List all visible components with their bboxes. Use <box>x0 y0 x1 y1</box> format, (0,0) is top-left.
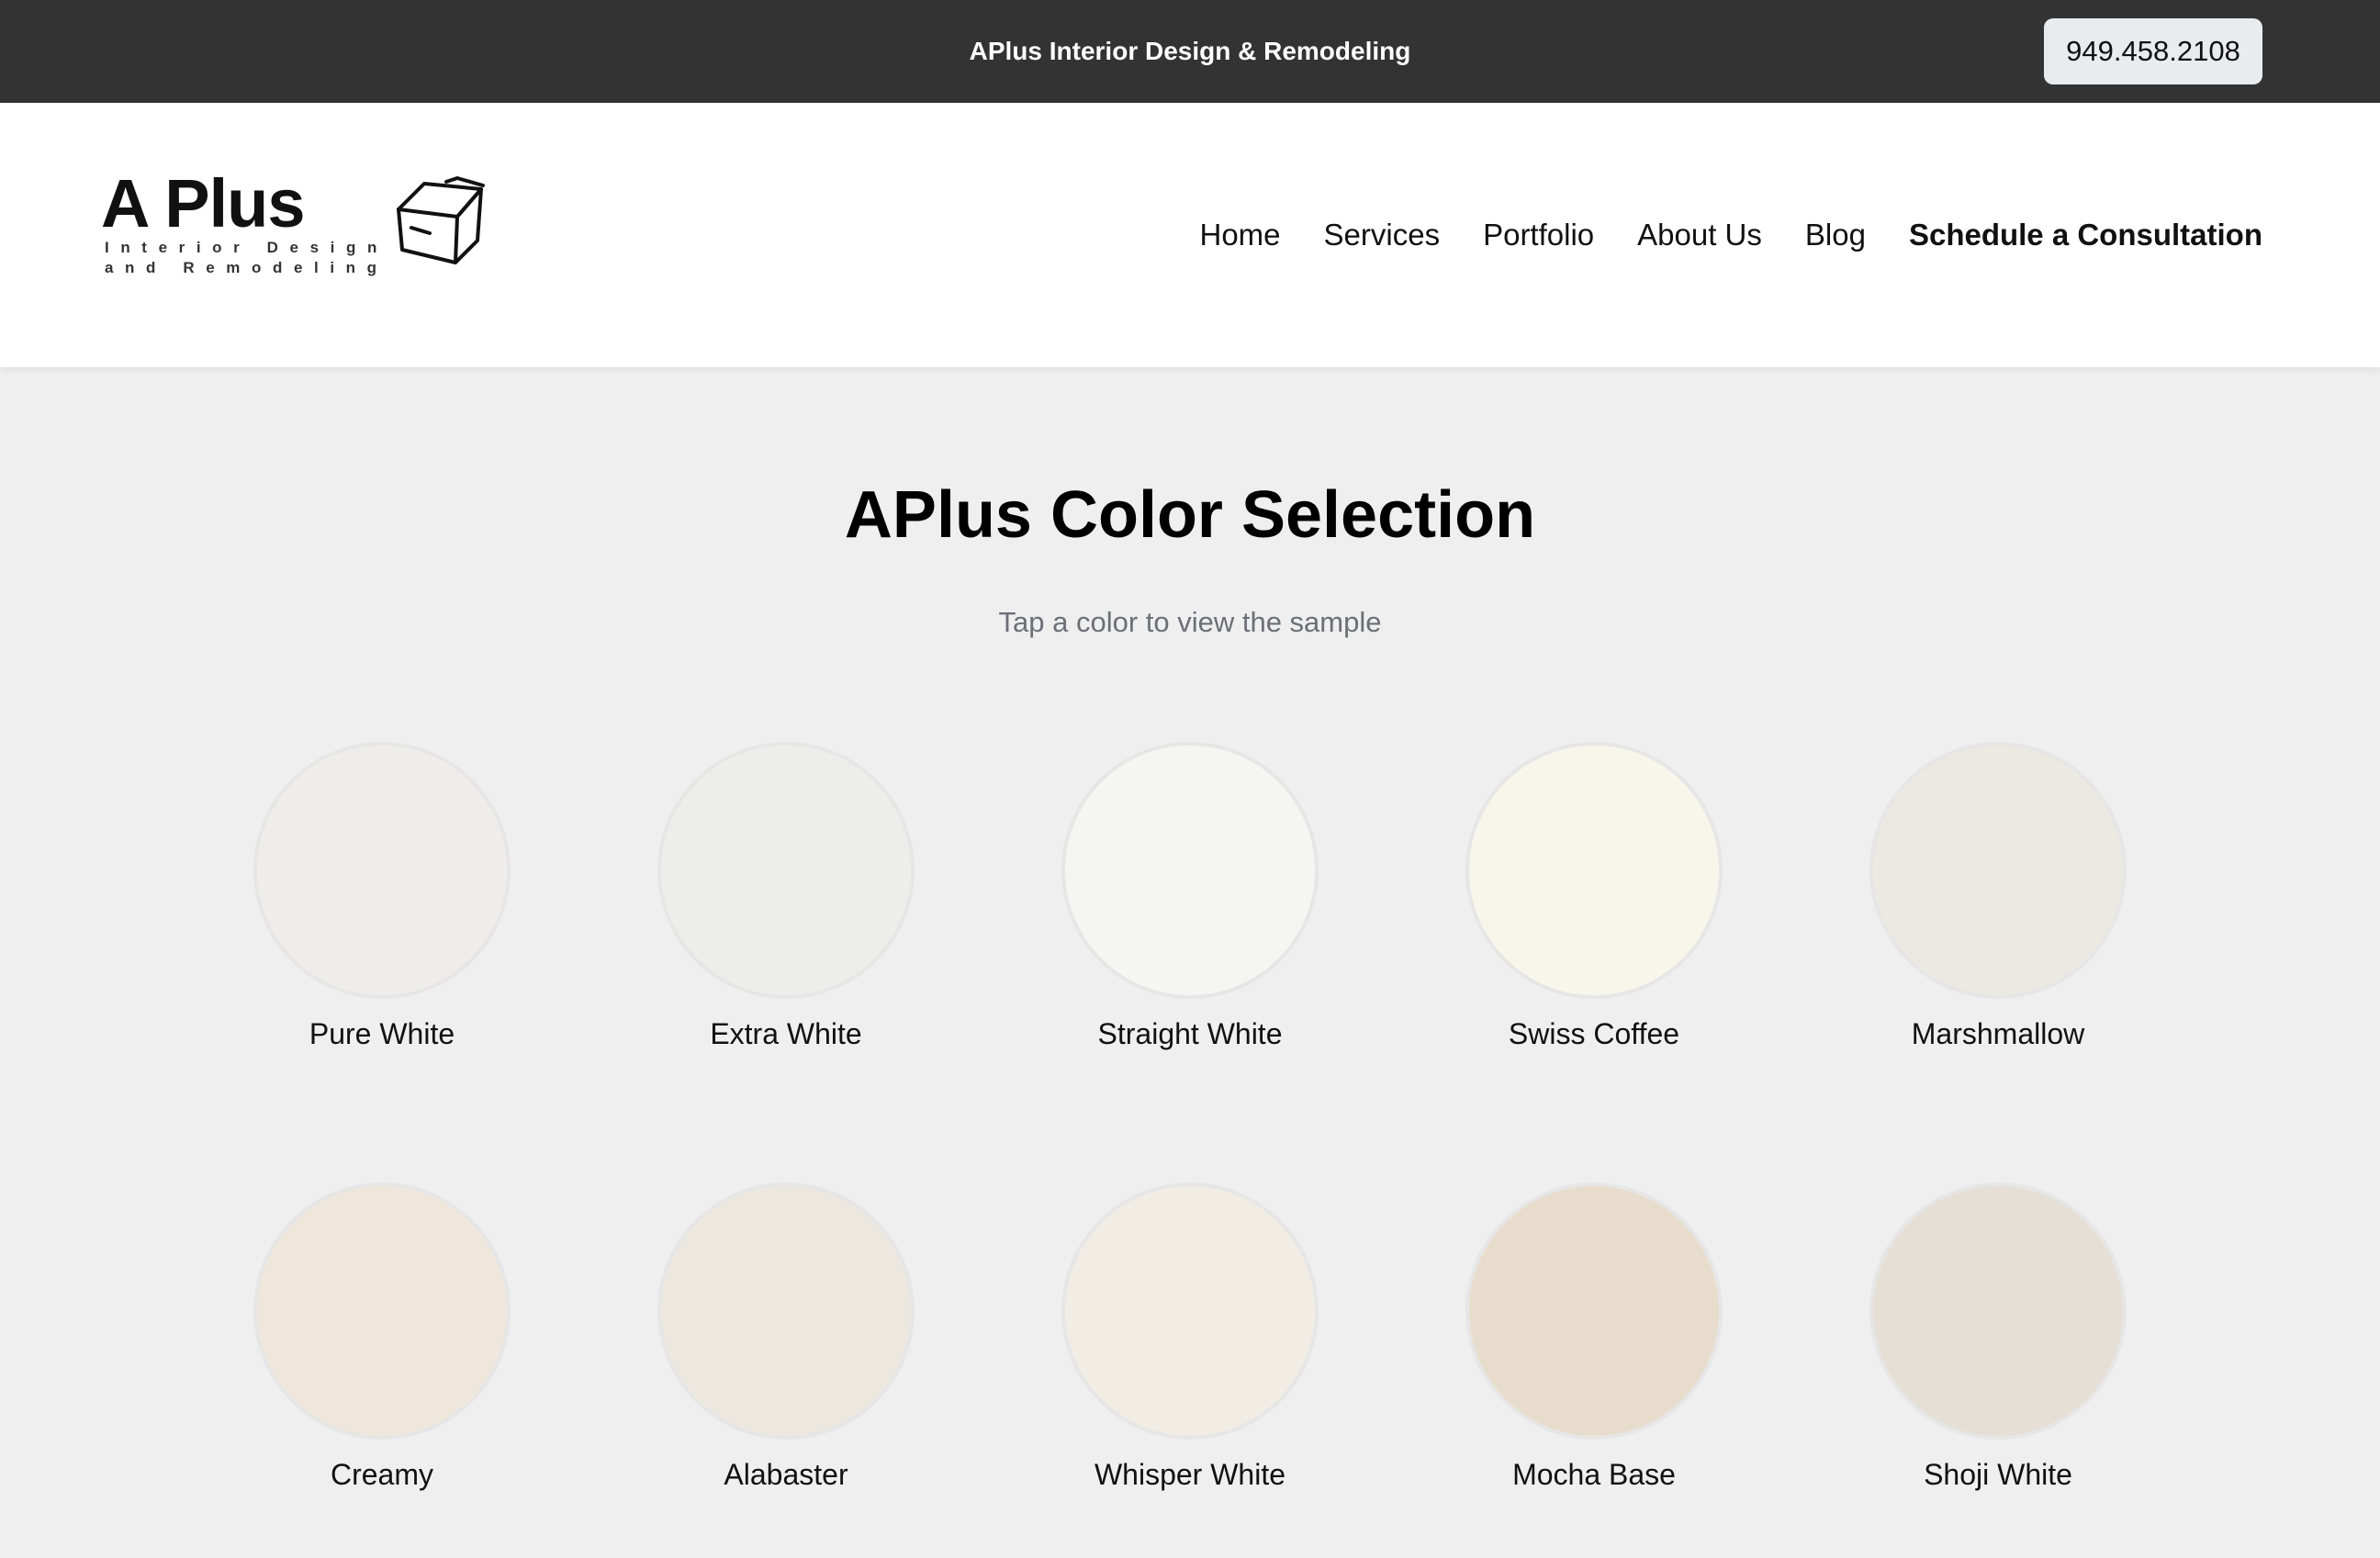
color-swatch-shoji-white[interactable]: Shoji White <box>1796 1183 2200 1492</box>
swatch-label: Extra White <box>710 1017 862 1050</box>
swatch-circle <box>1061 1183 1319 1440</box>
color-swatch-extra-white[interactable]: Extra White <box>584 742 988 1051</box>
swatch-circle <box>657 1183 915 1440</box>
swatch-label: Alabaster <box>724 1458 848 1491</box>
swatch-label: Creamy <box>330 1458 433 1491</box>
swatch-label: Marshmallow <box>1911 1017 2085 1050</box>
color-swatch-creamy[interactable]: Creamy <box>180 1183 584 1492</box>
swatch-label: Whisper White <box>1094 1458 1286 1491</box>
swatch-circle <box>1061 742 1319 999</box>
color-swatch-grid: Pure White Extra White Straight White Sw… <box>0 0 2380 1558</box>
swatch-circle <box>1869 742 2127 999</box>
swatch-circle <box>657 742 915 999</box>
swatch-circle <box>1869 1183 2127 1440</box>
swatch-label: Shoji White <box>1924 1458 2072 1491</box>
color-swatch-mocha-base[interactable]: Mocha Base <box>1392 1183 1796 1492</box>
swatch-label: Swiss Coffee <box>1508 1017 1680 1050</box>
swatch-circle <box>1465 1183 1723 1440</box>
swatch-circle <box>253 1183 511 1440</box>
swatch-label: Straight White <box>1097 1017 1283 1050</box>
color-swatch-alabaster[interactable]: Alabaster <box>584 1183 988 1492</box>
color-swatch-straight-white[interactable]: Straight White <box>988 742 1392 1051</box>
swatch-circle <box>1465 742 1723 999</box>
color-swatch-pure-white[interactable]: Pure White <box>180 742 584 1051</box>
color-swatch-whisper-white[interactable]: Whisper White <box>988 1183 1392 1492</box>
swatch-label: Pure White <box>309 1017 455 1050</box>
swatch-circle <box>253 742 511 999</box>
swatch-label: Mocha Base <box>1512 1458 1676 1491</box>
color-swatch-marshmallow[interactable]: Marshmallow <box>1796 742 2200 1051</box>
color-swatch-swiss-coffee[interactable]: Swiss Coffee <box>1392 742 1796 1051</box>
